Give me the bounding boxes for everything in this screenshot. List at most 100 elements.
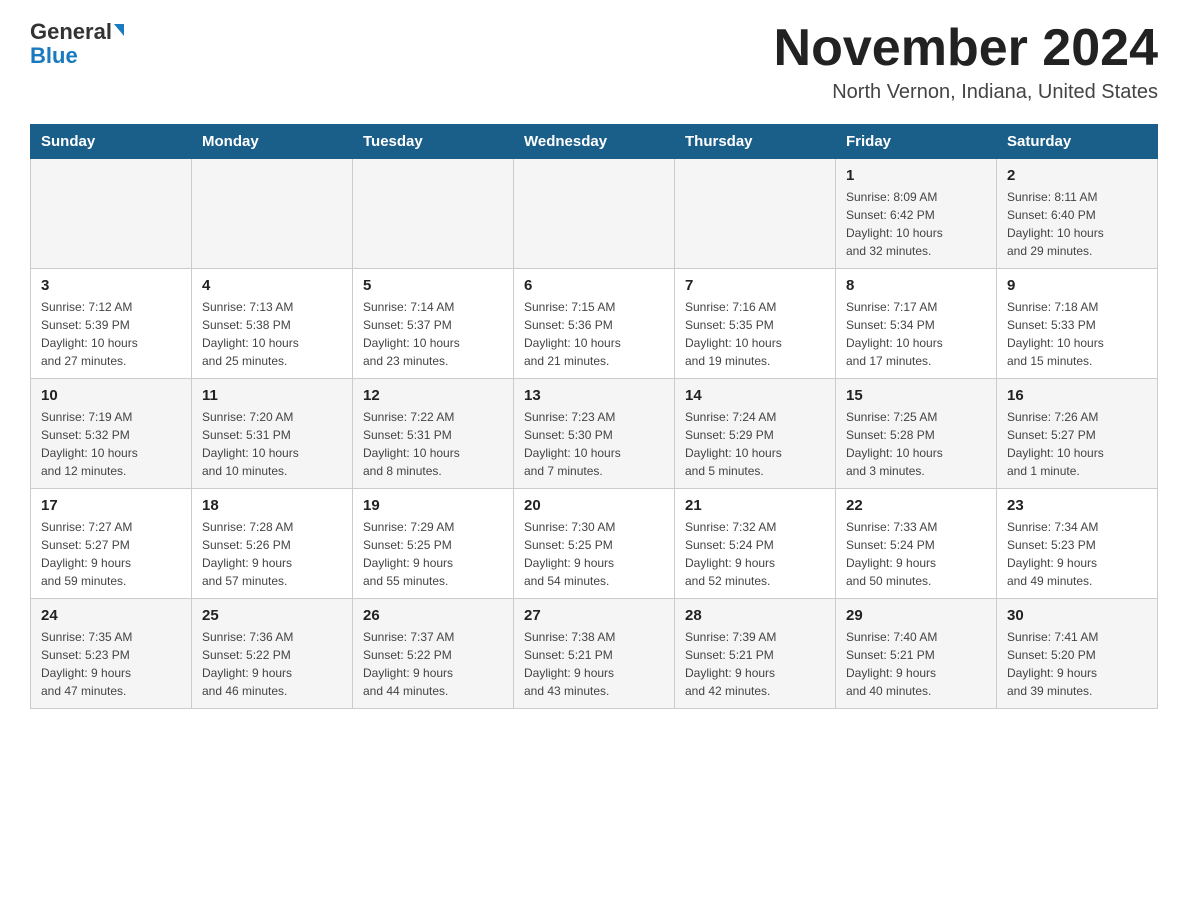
calendar-cell: [353, 159, 514, 269]
month-title: November 2024: [774, 20, 1158, 77]
sun-info: Sunrise: 7:29 AM Sunset: 5:25 PM Dayligh…: [363, 518, 503, 590]
calendar-week-row: 10Sunrise: 7:19 AM Sunset: 5:32 PM Dayli…: [31, 379, 1158, 489]
logo-blue-text: Blue: [30, 44, 78, 68]
calendar-cell: 2 Sunrise: 8:11 AM Sunset: 6:40 PM Daylig…: [997, 159, 1158, 269]
day-number: 6: [524, 277, 664, 294]
day-number: 13: [524, 387, 664, 404]
calendar-cell: 11 Sunrise: 7:20 AM Sunset: 5:31 PM Dayli…: [192, 379, 353, 489]
column-header-monday: Monday: [192, 125, 353, 159]
column-header-sunday: Sunday: [31, 125, 192, 159]
logo-arrow-icon: [114, 24, 124, 36]
calendar-cell: 22 Sunrise: 7:33 AM Sunset: 5:24 PM Dayli…: [836, 489, 997, 599]
sun-info: Sunrise: 7:22 AM Sunset: 5:31 PM Dayligh…: [363, 408, 503, 480]
calendar-cell: 3Sunrise: 7:12 AM Sunset: 5:39 PM Daylig…: [31, 269, 192, 379]
day-number: 15: [846, 387, 986, 404]
calendar-cell: 14Sunrise: 7:24 AM Sunset: 5:29 PM Dayli…: [675, 379, 836, 489]
day-number: 18: [202, 497, 342, 514]
day-number: 30: [1007, 607, 1147, 624]
calendar-cell: 26 Sunrise: 7:37 AM Sunset: 5:22 PM Dayli…: [353, 599, 514, 709]
column-header-wednesday: Wednesday: [514, 125, 675, 159]
day-number: 22: [846, 497, 986, 514]
sun-info: Sunrise: 7:26 AM Sunset: 5:27 PM Dayligh…: [1007, 408, 1147, 480]
sun-info: Sunrise: 7:15 AM Sunset: 5:36 PM Dayligh…: [524, 298, 664, 370]
calendar-cell: 15 Sunrise: 7:25 AM Sunset: 5:28 PM Dayli…: [836, 379, 997, 489]
sun-info: Sunrise: 7:20 AM Sunset: 5:31 PM Dayligh…: [202, 408, 342, 480]
day-number: 11: [202, 387, 342, 404]
calendar-cell: 7 Sunrise: 7:16 AM Sunset: 5:35 PM Daylig…: [675, 269, 836, 379]
day-number: 1: [846, 167, 986, 184]
sun-info: Sunrise: 7:33 AM Sunset: 5:24 PM Dayligh…: [846, 518, 986, 590]
calendar-week-row: 17 Sunrise: 7:27 AM Sunset: 5:27 PM Dayli…: [31, 489, 1158, 599]
day-number: 25: [202, 607, 342, 624]
calendar-cell: 20 Sunrise: 7:30 AM Sunset: 5:25 PM Dayli…: [514, 489, 675, 599]
sun-info: Sunrise: 7:27 AM Sunset: 5:27 PM Dayligh…: [41, 518, 181, 590]
calendar-cell: [514, 159, 675, 269]
calendar-cell: 30 Sunrise: 7:41 AM Sunset: 5:20 PM Dayli…: [997, 599, 1158, 709]
column-header-saturday: Saturday: [997, 125, 1158, 159]
column-header-tuesday: Tuesday: [353, 125, 514, 159]
calendar-cell: 13 Sunrise: 7:23 AM Sunset: 5:30 PM Dayli…: [514, 379, 675, 489]
day-number: 12: [363, 387, 503, 404]
sun-info: Sunrise: 7:13 AM Sunset: 5:38 PM Dayligh…: [202, 298, 342, 370]
calendar-cell: 16Sunrise: 7:26 AM Sunset: 5:27 PM Dayli…: [997, 379, 1158, 489]
day-number: 28: [685, 607, 825, 624]
calendar-cell: 10Sunrise: 7:19 AM Sunset: 5:32 PM Dayli…: [31, 379, 192, 489]
day-number: 24: [41, 607, 181, 624]
calendar-cell: 24 Sunrise: 7:35 AM Sunset: 5:23 PM Dayli…: [31, 599, 192, 709]
day-number: 8: [846, 277, 986, 294]
sun-info: Sunrise: 7:17 AM Sunset: 5:34 PM Dayligh…: [846, 298, 986, 370]
calendar-cell: [192, 159, 353, 269]
day-number: 3: [41, 277, 181, 294]
day-number: 4: [202, 277, 342, 294]
day-number: 7: [685, 277, 825, 294]
title-block: November 2024 North Vernon, Indiana, Uni…: [774, 20, 1158, 104]
calendar-cell: 19Sunrise: 7:29 AM Sunset: 5:25 PM Dayli…: [353, 489, 514, 599]
calendar-cell: 28 Sunrise: 7:39 AM Sunset: 5:21 PM Dayli…: [675, 599, 836, 709]
calendar-cell: 5Sunrise: 7:14 AM Sunset: 5:37 PM Daylig…: [353, 269, 514, 379]
calendar-cell: 21 Sunrise: 7:32 AM Sunset: 5:24 PM Dayli…: [675, 489, 836, 599]
calendar-cell: 25 Sunrise: 7:36 AM Sunset: 5:22 PM Dayli…: [192, 599, 353, 709]
calendar-cell: 27Sunrise: 7:38 AM Sunset: 5:21 PM Dayli…: [514, 599, 675, 709]
logo-general-text: General: [30, 20, 112, 44]
logo: General Blue: [30, 20, 124, 68]
calendar-cell: [675, 159, 836, 269]
day-number: 26: [363, 607, 503, 624]
sun-info: Sunrise: 7:23 AM Sunset: 5:30 PM Dayligh…: [524, 408, 664, 480]
sun-info: Sunrise: 7:40 AM Sunset: 5:21 PM Dayligh…: [846, 628, 986, 700]
calendar-cell: 23 Sunrise: 7:34 AM Sunset: 5:23 PM Dayli…: [997, 489, 1158, 599]
day-number: 27: [524, 607, 664, 624]
day-number: 17: [41, 497, 181, 514]
day-number: 21: [685, 497, 825, 514]
sun-info: Sunrise: 7:36 AM Sunset: 5:22 PM Dayligh…: [202, 628, 342, 700]
sun-info: Sunrise: 7:37 AM Sunset: 5:22 PM Dayligh…: [363, 628, 503, 700]
sun-info: Sunrise: 7:30 AM Sunset: 5:25 PM Dayligh…: [524, 518, 664, 590]
calendar-cell: 4 Sunrise: 7:13 AM Sunset: 5:38 PM Daylig…: [192, 269, 353, 379]
sun-info: Sunrise: 7:39 AM Sunset: 5:21 PM Dayligh…: [685, 628, 825, 700]
day-number: 29: [846, 607, 986, 624]
day-number: 23: [1007, 497, 1147, 514]
sun-info: Sunrise: 7:28 AM Sunset: 5:26 PM Dayligh…: [202, 518, 342, 590]
sun-info: Sunrise: 7:41 AM Sunset: 5:20 PM Dayligh…: [1007, 628, 1147, 700]
calendar-cell: 17 Sunrise: 7:27 AM Sunset: 5:27 PM Dayli…: [31, 489, 192, 599]
calendar-cell: [31, 159, 192, 269]
column-header-friday: Friday: [836, 125, 997, 159]
sun-info: Sunrise: 7:25 AM Sunset: 5:28 PM Dayligh…: [846, 408, 986, 480]
calendar-week-row: 3Sunrise: 7:12 AM Sunset: 5:39 PM Daylig…: [31, 269, 1158, 379]
sun-info: Sunrise: 8:11 AM Sunset: 6:40 PM Dayligh…: [1007, 188, 1147, 260]
calendar-header-row: SundayMondayTuesdayWednesdayThursdayFrid…: [31, 125, 1158, 159]
day-number: 2: [1007, 167, 1147, 184]
sun-info: Sunrise: 7:34 AM Sunset: 5:23 PM Dayligh…: [1007, 518, 1147, 590]
calendar-cell: 29 Sunrise: 7:40 AM Sunset: 5:21 PM Dayli…: [836, 599, 997, 709]
calendar-table: SundayMondayTuesdayWednesdayThursdayFrid…: [30, 124, 1158, 709]
calendar-cell: 6 Sunrise: 7:15 AM Sunset: 5:36 PM Daylig…: [514, 269, 675, 379]
sun-info: Sunrise: 7:18 AM Sunset: 5:33 PM Dayligh…: [1007, 298, 1147, 370]
sun-info: Sunrise: 7:24 AM Sunset: 5:29 PM Dayligh…: [685, 408, 825, 480]
page-header: General Blue November 2024 North Vernon,…: [30, 20, 1158, 104]
location-text: North Vernon, Indiana, United States: [774, 81, 1158, 104]
sun-info: Sunrise: 7:32 AM Sunset: 5:24 PM Dayligh…: [685, 518, 825, 590]
sun-info: Sunrise: 7:19 AM Sunset: 5:32 PM Dayligh…: [41, 408, 181, 480]
sun-info: Sunrise: 8:09 AM Sunset: 6:42 PM Dayligh…: [846, 188, 986, 260]
sun-info: Sunrise: 7:35 AM Sunset: 5:23 PM Dayligh…: [41, 628, 181, 700]
sun-info: Sunrise: 7:16 AM Sunset: 5:35 PM Dayligh…: [685, 298, 825, 370]
day-number: 20: [524, 497, 664, 514]
